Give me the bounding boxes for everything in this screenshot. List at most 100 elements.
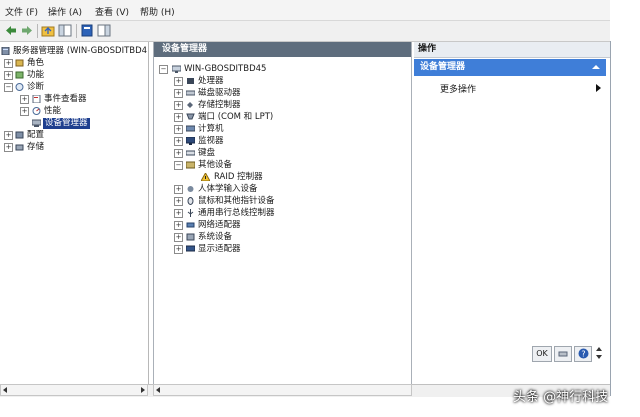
submenu-arrow-icon[interactable] — [596, 84, 601, 92]
storage-controller-icon — [187, 102, 193, 108]
roles-icon — [15, 59, 24, 67]
actions-group-label: 设备管理器 — [420, 62, 466, 72]
tree-item-label: 服务器管理器 (WIN-GBOSDITBD4 — [13, 46, 148, 56]
features-icon — [15, 71, 24, 79]
collapse-icon[interactable]: − — [174, 161, 183, 170]
hid-icon — [187, 186, 194, 192]
expand-icon[interactable]: + — [174, 101, 183, 110]
show-hide-action-pane-icon[interactable] — [97, 24, 111, 37]
pane-header: 设备管理器 — [154, 42, 411, 57]
help-toolbar: OK ? — [532, 345, 606, 362]
mouse-icon — [187, 197, 194, 205]
scroll-down-icon[interactable] — [596, 355, 602, 359]
device-label: 鼠标和其他指针设备 — [198, 196, 275, 206]
properties-icon[interactable] — [80, 24, 94, 37]
expand-icon[interactable]: + — [4, 143, 13, 152]
expand-icon[interactable]: + — [174, 137, 183, 146]
menu-view[interactable]: 查看 (V) — [95, 5, 129, 18]
expand-icon[interactable]: + — [174, 233, 183, 242]
computer-icon — [172, 65, 181, 73]
left-horizontal-scrollbar[interactable] — [0, 384, 148, 396]
expand-icon[interactable]: + — [4, 71, 13, 80]
device-label: 通用串行总线控制器 — [198, 208, 275, 218]
menu-action[interactable]: 操作 (A) — [48, 5, 82, 18]
expand-icon[interactable]: + — [4, 131, 13, 140]
scroll-left-icon[interactable] — [3, 387, 7, 393]
svg-text:?: ? — [581, 350, 585, 359]
expand-icon[interactable]: + — [4, 59, 13, 68]
up-folder-icon[interactable] — [41, 24, 55, 37]
tree-item-label: 诊断 — [27, 82, 45, 92]
processor-icon — [187, 78, 194, 84]
help-button[interactable]: ? — [574, 346, 592, 362]
actions-pane: 操作 设备管理器 更多操作 — [414, 42, 610, 384]
keyboard-icon — [186, 150, 195, 156]
device-label: 网络适配器 — [198, 220, 241, 230]
scroll-up-icon[interactable] — [596, 347, 602, 351]
toolbar-separator — [37, 24, 38, 38]
computer-device-icon — [186, 125, 195, 132]
tree-item-label: 功能 — [27, 70, 45, 80]
system-devices-icon — [186, 233, 195, 241]
device-label: 显示适配器 — [198, 244, 241, 254]
device-label: 系统设备 — [198, 232, 233, 242]
port-icon — [186, 113, 195, 120]
configuration-icon — [15, 131, 24, 139]
expand-icon[interactable]: + — [174, 245, 183, 254]
expand-icon[interactable]: + — [174, 125, 183, 134]
back-arrow-icon[interactable] — [4, 24, 18, 37]
navigation-tree: 服务器管理器 (WIN-GBOSDITBD4 + 角色 + 功能 − 诊断 + … — [0, 42, 149, 384]
collapse-icon[interactable]: − — [159, 65, 168, 74]
forward-arrow-icon[interactable] — [20, 24, 34, 37]
tree-item-label: 角色 — [27, 58, 45, 68]
device-label: 监视器 — [198, 136, 224, 146]
help-icon: ? — [578, 348, 588, 359]
expand-icon[interactable]: + — [174, 89, 183, 98]
device-label: 人体学输入设备 — [198, 184, 258, 194]
menu-help[interactable]: 帮助 (H) — [140, 5, 175, 18]
pane-scroll-arrows[interactable] — [595, 345, 603, 361]
device-label: 键盘 — [198, 148, 216, 158]
device-label: 存储控制器 — [198, 100, 241, 110]
center-horizontal-scrollbar[interactable] — [153, 384, 412, 396]
device-manager-pane: 设备管理器 − WIN-GBOSDITBD45 + 处理器 + 磁盘驱动器 + … — [153, 42, 412, 384]
expand-icon[interactable]: + — [174, 149, 183, 158]
print-button[interactable] — [554, 346, 572, 362]
expand-icon[interactable]: + — [174, 221, 183, 230]
scroll-right-icon[interactable] — [141, 387, 145, 393]
expand-icon[interactable]: + — [174, 77, 183, 86]
warning-icon — [201, 173, 210, 181]
other-devices-icon — [186, 161, 195, 169]
ok-button[interactable]: OK — [532, 346, 552, 362]
device-label: 处理器 — [198, 76, 224, 86]
scroll-left-icon[interactable] — [156, 387, 160, 393]
diagnostics-icon — [15, 83, 24, 91]
expand-icon[interactable]: + — [20, 95, 29, 104]
collapse-icon[interactable]: − — [4, 83, 13, 92]
actions-group-device-manager[interactable]: 设备管理器 — [414, 59, 606, 76]
toolbar-separator — [76, 24, 77, 38]
usb-icon — [187, 209, 194, 217]
expand-icon[interactable]: + — [174, 113, 183, 122]
tree-item-label: 配置 — [27, 130, 45, 140]
show-hide-tree-icon[interactable] — [58, 24, 72, 37]
expand-icon[interactable]: + — [174, 197, 183, 206]
print-icon — [558, 351, 568, 357]
expand-icon[interactable]: + — [174, 209, 183, 218]
more-actions-link[interactable]: 更多操作 — [440, 82, 476, 95]
actions-title: 操作 — [414, 42, 610, 58]
server-manager-icon — [1, 47, 10, 55]
device-manager-icon — [32, 119, 41, 127]
tree-item-label: 事件查看器 — [44, 94, 87, 104]
device-label: 其他设备 — [198, 160, 233, 170]
collapse-chevron-icon[interactable] — [592, 65, 600, 69]
menu-file[interactable]: 文件 (F) — [5, 5, 38, 18]
expand-icon[interactable]: + — [20, 107, 29, 116]
monitor-icon — [186, 137, 195, 145]
network-adapter-icon — [186, 222, 195, 228]
tree-item-label: 性能 — [44, 106, 62, 116]
expand-icon[interactable]: + — [174, 185, 183, 194]
disk-drive-icon — [186, 90, 195, 96]
toolbar — [0, 21, 610, 42]
performance-icon — [32, 107, 41, 115]
